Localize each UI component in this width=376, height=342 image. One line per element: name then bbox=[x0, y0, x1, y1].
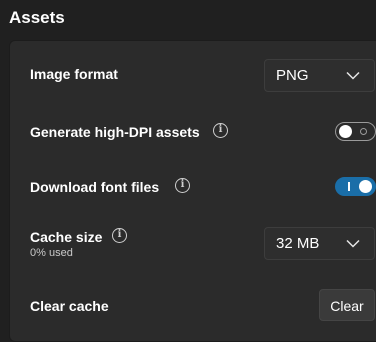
cache-usage-text: 0% used bbox=[30, 247, 73, 259]
chevron-down-icon bbox=[346, 71, 360, 80]
info-icon[interactable]: i bbox=[175, 178, 190, 193]
download-fonts-row: Download font files i bbox=[30, 176, 376, 216]
high-dpi-toggle[interactable] bbox=[335, 122, 376, 141]
image-format-row: Image format PNG bbox=[30, 59, 376, 99]
high-dpi-row: Generate high-DPI assets i bbox=[30, 121, 376, 161]
image-format-label: Image format bbox=[30, 66, 118, 82]
chevron-down-icon bbox=[346, 239, 360, 248]
clear-cache-label: Clear cache bbox=[30, 298, 109, 314]
clear-cache-button[interactable]: Clear bbox=[319, 289, 375, 321]
high-dpi-label: Generate high-DPI assets bbox=[30, 124, 200, 140]
cache-size-row: Cache size 0% used i 32 MB bbox=[30, 227, 376, 267]
info-icon[interactable]: i bbox=[213, 123, 228, 138]
image-format-select[interactable]: PNG bbox=[264, 59, 375, 92]
toggle-on-mark bbox=[348, 182, 350, 191]
cache-size-label: Cache size bbox=[30, 229, 103, 245]
cache-size-select[interactable]: 32 MB bbox=[264, 227, 375, 260]
toggle-off-mark bbox=[360, 128, 367, 135]
section-title: Assets bbox=[9, 8, 65, 27]
cache-size-value: 32 MB bbox=[276, 235, 320, 252]
info-icon[interactable]: i bbox=[112, 228, 127, 243]
clear-cache-row: Clear cache Clear bbox=[30, 289, 376, 329]
download-fonts-label: Download font files bbox=[30, 179, 160, 195]
settings-panel: Image format PNG Generate high-DPI asset… bbox=[9, 40, 376, 342]
toggle-knob bbox=[359, 180, 372, 193]
download-fonts-toggle[interactable] bbox=[335, 177, 376, 196]
image-format-value: PNG bbox=[276, 67, 309, 84]
toggle-knob bbox=[339, 125, 352, 138]
